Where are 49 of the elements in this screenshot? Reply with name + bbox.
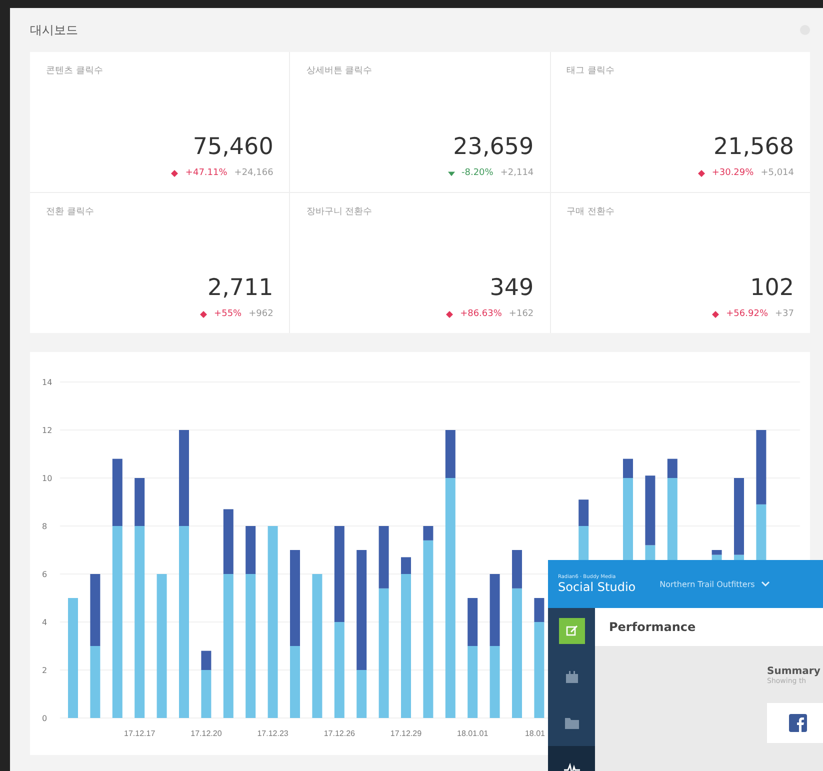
change-count: +37 — [775, 309, 794, 319]
chevron-down-icon — [760, 581, 770, 587]
metric-value: 75,460 — [192, 134, 274, 160]
x-axis-label: 17.12.29 — [390, 729, 422, 738]
metric-label: 전환 클릭수 — [46, 206, 95, 218]
y-axis-label: 4 — [42, 618, 48, 627]
metric-value: 102 — [750, 275, 794, 301]
change-percent: +47.11% — [185, 168, 228, 178]
x-axis-label: 17.12.26 — [324, 729, 355, 738]
facebook-icon — [789, 714, 807, 732]
x-axis-label: 17.12.20 — [190, 729, 222, 738]
workspace-dropdown[interactable]: Northern Trail Outfitters — [660, 580, 770, 588]
change-count: +962 — [248, 309, 274, 319]
y-axis-label: 8 — [42, 522, 48, 531]
metric-label: 상세버튼 클릭수 — [306, 65, 374, 77]
metric-value: 349 — [490, 275, 534, 301]
x-axis-label: 18.01 — [524, 729, 546, 738]
change-percent: +56.92% — [726, 309, 768, 319]
change-percent: +86.63% — [460, 309, 502, 319]
metric-label: 장바구니 전환수 — [306, 206, 374, 218]
page-title: 대시보드 — [30, 22, 78, 38]
y-axis-label: 0 — [42, 714, 48, 723]
page-heading: Performance — [609, 620, 696, 634]
y-axis-label: 2 — [42, 666, 48, 675]
y-axis-label: 6 — [42, 570, 48, 579]
change-percent: -8.20% — [462, 168, 494, 178]
y-axis-label: 14 — [42, 378, 52, 387]
metric-label: 콘텐츠 클릭수 — [46, 65, 104, 77]
change-count: +2,114 — [500, 168, 534, 178]
x-axis-label: 17.12.17 — [124, 729, 156, 738]
metric-value: 2,711 — [207, 275, 274, 301]
change-count: +5,014 — [760, 168, 794, 178]
x-axis-label: 17.12.23 — [257, 729, 288, 738]
change-count: +162 — [508, 309, 534, 319]
x-axis-label: 18.01.01 — [457, 729, 488, 738]
change-percent: +30.29% — [712, 168, 754, 178]
change-count: +24,166 — [234, 168, 274, 178]
metric-label: 구매 전환수 — [566, 206, 616, 218]
metric-value: 23,659 — [453, 134, 534, 160]
edit-icon — [558, 618, 584, 644]
metric-label: 태그 클릭수 — [566, 65, 616, 77]
metric-value: 21,568 — [714, 134, 794, 160]
y-axis-label: 10 — [42, 474, 52, 483]
app-name: Social Studio — [558, 580, 636, 594]
section-title: Summary — [767, 666, 822, 677]
change-percent: +55% — [214, 309, 242, 319]
y-axis-label: 12 — [42, 426, 52, 435]
folder-icon — [564, 717, 578, 729]
calendar-icon — [564, 670, 578, 684]
